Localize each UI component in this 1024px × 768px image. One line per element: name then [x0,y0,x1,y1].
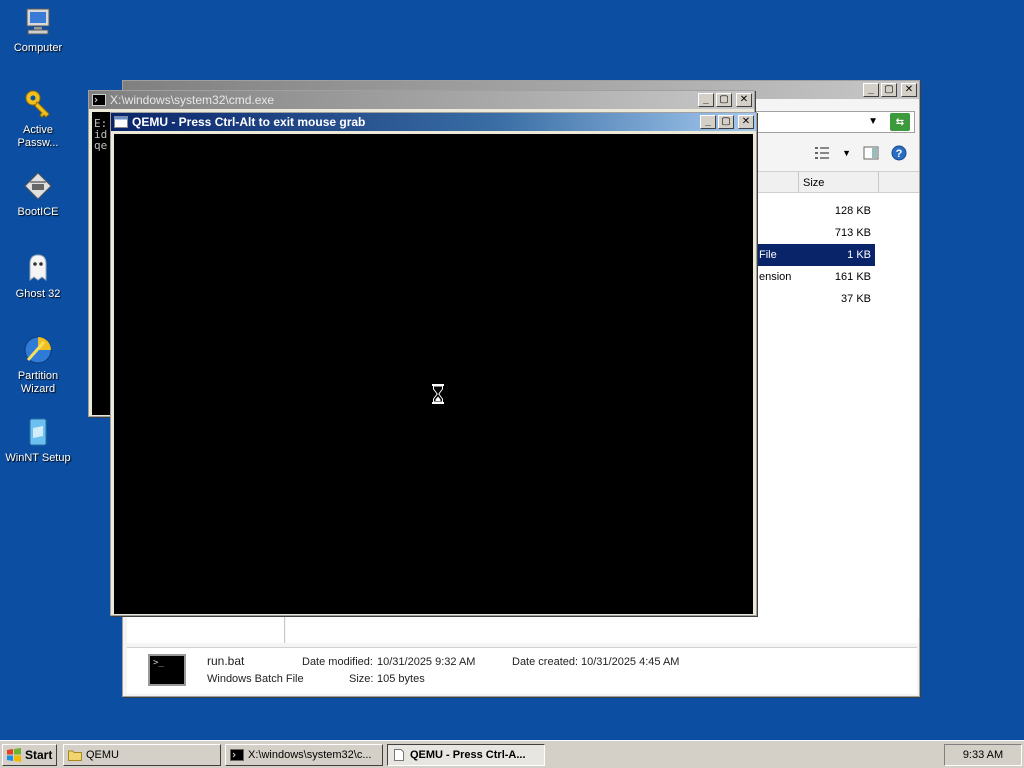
svg-text:?: ? [896,148,903,160]
details-size-value: 105 bytes [377,673,425,685]
console-line: qe [94,139,108,152]
minimize-button[interactable]: _ [863,83,879,97]
chevron-down-icon[interactable]: ▼ [842,148,851,158]
desktop-icon-bootice[interactable]: BootICE [0,170,76,219]
computer-icon [26,8,50,35]
maximize-button[interactable]: ▢ [716,93,732,107]
qemu-app-icon [114,116,128,128]
taskbar-button-label: QEMU [86,749,119,761]
details-created-value: 10/31/2025 4:45 AM [581,656,680,668]
details-file-name: run.bat [207,654,245,668]
taskbar-button-qemu[interactable]: QEMU [63,744,221,766]
console-icon [92,94,106,106]
cmd-title: X:\windows\system32\cmd.exe [110,93,275,107]
taskbar-button-qemu-active[interactable]: QEMU - Press Ctrl-A... [387,744,545,766]
chevron-down-icon[interactable]: ▼ [868,116,878,127]
column-size[interactable]: Size [799,172,879,192]
qemu-titlebar[interactable]: QEMU - Press Ctrl-Alt to exit mouse grab… [111,113,756,131]
windows-logo-icon [7,747,21,762]
file-row-selected[interactable]: File 1 KB [757,244,875,266]
document-icon [394,749,404,761]
file-list: 128 KB 713 KB File 1 KB ension 161 KB 37… [757,193,919,618]
desktop-icon-ghost32[interactable]: Ghost 32 [0,252,76,301]
folder-icon [68,750,82,761]
file-row[interactable]: 37 KB [757,288,875,310]
refresh-icon[interactable]: ⇆ [890,113,910,131]
qemu-window[interactable]: QEMU - Press Ctrl-Alt to exit mouse grab… [110,112,757,616]
details-file-type: Windows Batch File [207,673,304,685]
column-extra[interactable] [879,172,919,192]
desktop-icon-computer[interactable]: Computer [0,6,76,55]
close-button[interactable]: ✕ [736,93,752,107]
navigation-pane[interactable] [127,617,285,643]
console-icon [230,749,244,761]
system-tray: 9:33 AM [944,744,1022,766]
desktop-icon-label: Partition Wizard [17,370,59,395]
file-list-header: Size [757,171,919,193]
column-type[interactable] [757,172,799,192]
desktop-icon-label: Active Passw... [17,124,59,149]
desktop-icon-winnt-setup[interactable]: WinNT Setup [0,416,76,465]
desktop-icon-label: Ghost 32 [15,288,61,300]
batch-file-icon: >_ [148,654,186,686]
preview-pane-icon[interactable] [863,146,879,160]
cmd-console[interactable]: E: id qe [92,112,111,415]
bootice-icon [24,172,52,200]
minimize-button[interactable]: _ [698,93,714,107]
maximize-button[interactable]: ▢ [718,115,734,129]
taskbar-button-cmd[interactable]: X:\windows\system32\c... [225,744,383,766]
details-created-label: Date created: [512,656,579,668]
desktop-icon-active-password[interactable]: Active Passw... [0,88,76,150]
qemu-display[interactable] [114,134,753,614]
desktop-icon-label: Computer [13,42,63,54]
details-modified-label: Date modified: [302,656,373,668]
partition-wizard-icon [24,336,52,364]
taskbar-button-label: QEMU - Press Ctrl-A... [410,749,526,761]
close-button[interactable]: ✕ [738,115,754,129]
view-list-icon[interactable] [814,146,830,160]
hourglass-cursor-icon [432,384,444,404]
content-pane[interactable] [286,617,918,643]
help-icon[interactable]: ? [891,145,907,161]
winnt-setup-icon [29,418,47,446]
desktop-icon-label: WinNT Setup [5,452,71,464]
desktop-icon-label: BootICE [17,206,59,218]
maximize-button[interactable]: ▢ [881,83,897,97]
file-row[interactable]: ension 161 KB [757,266,875,288]
details-modified-value: 10/31/2025 9:32 AM [377,656,476,668]
file-row[interactable]: 713 KB [757,222,875,244]
start-label: Start [25,747,53,762]
view-toolbar: ▼ ? [814,145,907,161]
minimize-button[interactable]: _ [700,115,716,129]
ghost-icon [29,254,47,281]
start-button[interactable]: Start [2,743,58,766]
taskbar-button-label: X:\windows\system32\c... [248,749,372,761]
qemu-title: QEMU - Press Ctrl-Alt to exit mouse grab [132,115,366,129]
taskbar: Start QEMU X:\windows\system32\c... QEMU… [0,740,1024,768]
details-size-label: Size: [349,673,374,685]
close-button[interactable]: ✕ [901,83,917,97]
details-pane: >_ run.bat Windows Batch File Date modif… [127,647,917,694]
desktop-icon-partition-wizard[interactable]: Partition Wizard [0,334,76,396]
clock[interactable]: 9:33 AM [963,749,1003,761]
cmd-titlebar[interactable]: X:\windows\system32\cmd.exe _ ▢ ✕ [89,91,754,109]
key-icon [25,90,50,118]
file-row[interactable]: 128 KB [757,200,875,222]
